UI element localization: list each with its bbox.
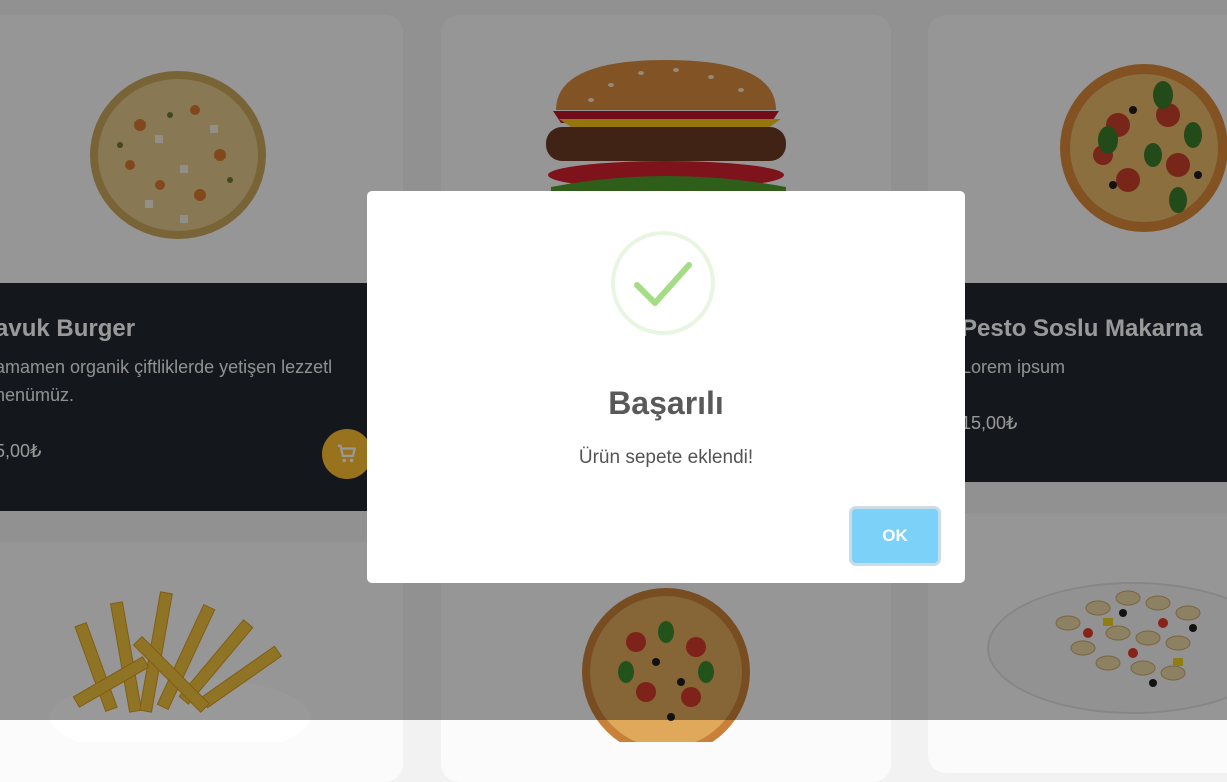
ok-button[interactable]: OK	[852, 509, 938, 563]
check-mark-icon	[634, 262, 692, 306]
success-check-icon	[611, 231, 715, 335]
dialog-message: Ürün sepete eklendi!	[578, 447, 754, 468]
dialog-title: Başarılı	[608, 385, 724, 421]
success-dialog: Başarılı Ürün sepete eklendi! OK	[367, 191, 965, 583]
